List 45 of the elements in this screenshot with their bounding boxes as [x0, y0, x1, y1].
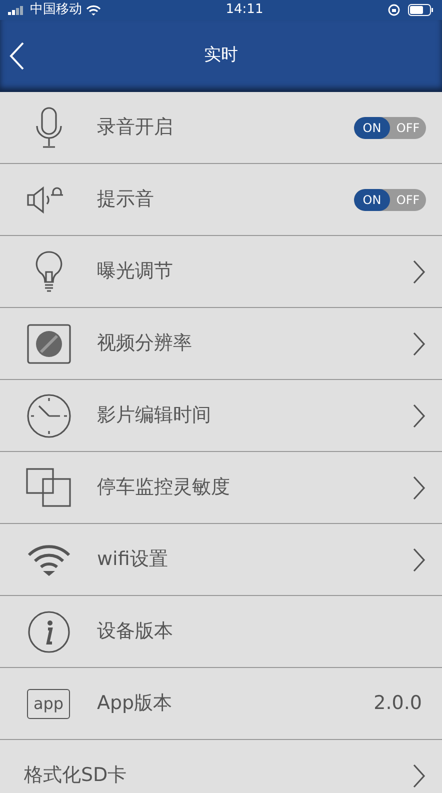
chevron-icon	[412, 330, 426, 356]
clock-icon	[26, 392, 72, 438]
setting-label: App版本	[97, 691, 174, 716]
chevron-icon	[412, 546, 426, 572]
rotation-lock-icon	[388, 4, 400, 16]
carrier-name: 中国移动	[30, 1, 82, 20]
toggle-switch[interactable]: ON OFF	[354, 188, 426, 210]
page-title: 实时	[204, 44, 238, 68]
setting-label: 提示音	[97, 187, 155, 212]
setting-label: 影片编辑时间	[97, 403, 212, 428]
app-icon: app	[27, 688, 70, 718]
back-icon	[8, 41, 26, 71]
wifi-icon	[86, 4, 101, 16]
overlapping-squares-icon	[26, 468, 72, 508]
settings-row[interactable]: app App版本 2.0.0	[0, 668, 442, 740]
chevron-icon	[412, 258, 426, 284]
settings-row[interactable]: 视频分辨率	[0, 308, 442, 380]
resolution-icon	[26, 324, 70, 364]
setting-label: 设备版本	[97, 619, 174, 644]
clock-time: 14:11	[224, 1, 264, 20]
setting-label: 视频分辨率	[97, 331, 193, 356]
setting-label: wifi设置	[97, 547, 169, 572]
toggle-switch[interactable]: ON OFF	[354, 116, 426, 138]
setting-label: 停车监控灵敏度	[97, 475, 231, 500]
version-value: 2.0.0	[374, 691, 422, 716]
lightbulb-icon	[34, 250, 62, 294]
info-icon	[26, 610, 70, 654]
setting-label: 录音开启	[97, 115, 174, 140]
settings-row[interactable]: 停车监控灵敏度	[0, 452, 442, 524]
back-button[interactable]	[8, 41, 26, 71]
chevron-icon	[412, 402, 426, 428]
settings-row[interactable]: 录音开启 ON OFF	[0, 92, 442, 164]
settings-row[interactable]: wifi设置	[0, 524, 442, 596]
signal-icon	[8, 5, 26, 15]
chevron-icon	[412, 763, 426, 789]
settings-row[interactable]: 曝光调节	[0, 236, 442, 308]
settings-row[interactable]: 影片编辑时间	[0, 380, 442, 452]
settings-row[interactable]: 格式化SD卡	[0, 740, 442, 793]
setting-label: 格式化SD卡	[24, 762, 128, 788]
wifi-icon	[26, 544, 70, 576]
settings-row[interactable]: 提示音 ON OFF	[0, 164, 442, 236]
microphone-icon	[34, 106, 64, 150]
battery-icon	[408, 4, 434, 16]
setting-label: 曝光调节	[97, 259, 174, 284]
chevron-icon	[412, 474, 426, 500]
